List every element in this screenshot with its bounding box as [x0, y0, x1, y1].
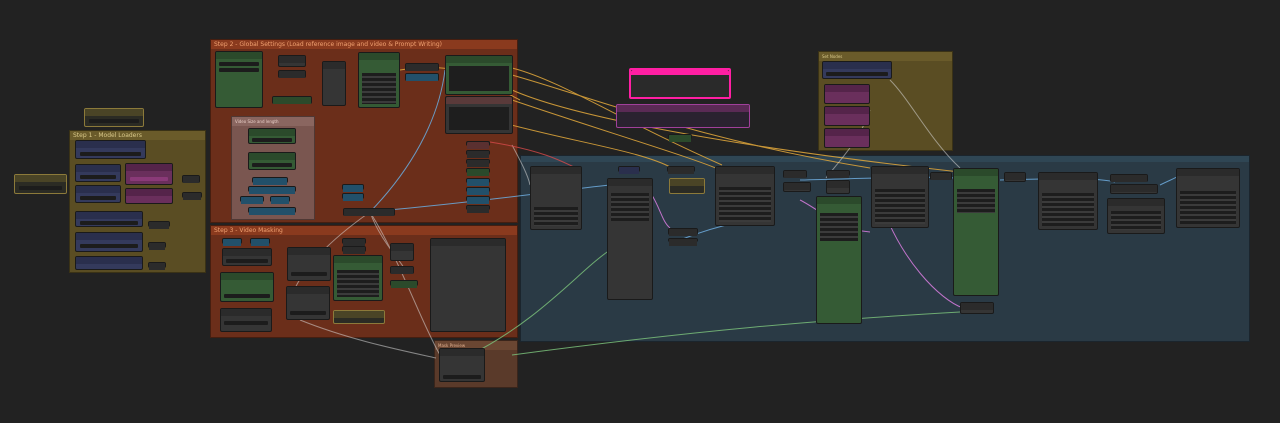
sampler-node[interactable]	[1038, 172, 1098, 230]
reroute-node[interactable]	[390, 280, 418, 288]
set-node[interactable]	[822, 61, 892, 79]
preview-node[interactable]	[322, 61, 346, 106]
reroute-node[interactable]	[1004, 172, 1026, 182]
model-loader-node[interactable]	[75, 211, 143, 227]
value-node[interactable]	[669, 178, 705, 194]
reroute-node[interactable]	[148, 221, 170, 229]
set-node[interactable]	[466, 196, 490, 204]
set-node[interactable]	[824, 106, 870, 126]
sampler-node[interactable]	[1107, 198, 1165, 234]
set-node[interactable]	[466, 150, 490, 158]
set-node[interactable]	[466, 141, 490, 149]
reroute-node[interactable]	[783, 170, 807, 178]
reroute-node[interactable]	[390, 243, 414, 261]
value-node[interactable]	[270, 196, 290, 204]
model-loader-node[interactable]	[75, 232, 143, 252]
lora-node[interactable]	[125, 188, 173, 204]
model-loader-node[interactable]	[75, 185, 121, 203]
value-node[interactable]	[248, 207, 296, 215]
value-node[interactable]	[240, 196, 264, 204]
set-node[interactable]	[466, 178, 490, 186]
mask-node[interactable]	[333, 310, 385, 324]
resize-node[interactable]	[278, 70, 306, 78]
set-node[interactable]	[824, 84, 870, 104]
sampler-node[interactable]	[530, 166, 582, 230]
loader-node[interactable]	[84, 108, 144, 127]
value-node[interactable]	[252, 177, 288, 185]
lora-node[interactable]	[125, 163, 173, 185]
loader-node[interactable]	[14, 174, 67, 194]
reroute-node[interactable]	[343, 208, 395, 216]
reroute-node[interactable]	[783, 182, 811, 192]
reroute-node[interactable]	[668, 134, 692, 142]
reroute-node[interactable]	[342, 246, 366, 254]
mask-node[interactable]	[220, 308, 272, 332]
decode-node[interactable]	[816, 196, 862, 324]
model-loader-node[interactable]	[75, 256, 143, 270]
reroute-node[interactable]	[668, 228, 698, 236]
model-loader-node[interactable]	[75, 164, 121, 182]
reroute-node[interactable]	[667, 166, 695, 174]
reroute-node[interactable]	[182, 175, 200, 183]
text-node[interactable]	[405, 63, 439, 71]
sampler-node[interactable]	[715, 166, 775, 226]
reroute-node[interactable]	[342, 238, 366, 246]
height-node[interactable]	[248, 152, 296, 170]
text-encode-node[interactable]	[445, 55, 513, 95]
value-node[interactable]	[342, 184, 364, 192]
reroute-node[interactable]	[148, 242, 166, 250]
video-combine-node[interactable]	[953, 168, 999, 296]
embeds-node[interactable]	[607, 178, 653, 300]
set-node[interactable]	[466, 168, 490, 176]
set-node[interactable]	[824, 128, 870, 148]
reroute-node[interactable]	[960, 302, 994, 314]
get-node[interactable]	[618, 166, 640, 174]
note-node[interactable]	[616, 104, 750, 128]
reroute-node[interactable]	[182, 192, 202, 200]
get-node[interactable]	[222, 238, 242, 246]
text-encode-node[interactable]	[445, 96, 513, 134]
set-node[interactable]	[466, 187, 490, 195]
segment-node[interactable]	[333, 255, 383, 301]
points-editor-node[interactable]	[220, 272, 274, 302]
resize-node[interactable]	[278, 55, 306, 67]
reroute-node[interactable]	[390, 266, 414, 274]
reroute-node[interactable]	[1110, 174, 1148, 182]
prompt-node[interactable]	[358, 52, 400, 108]
preview-node[interactable]	[430, 238, 506, 332]
reroute-node[interactable]	[148, 262, 166, 270]
value-node[interactable]	[248, 186, 296, 194]
set-node[interactable]	[466, 159, 490, 167]
sampler-node[interactable]	[871, 166, 929, 228]
load-image-node[interactable]	[215, 51, 263, 108]
reroute-node[interactable]	[1110, 184, 1158, 194]
sam-node[interactable]	[287, 247, 331, 281]
get-node[interactable]	[250, 238, 270, 246]
text-node[interactable]	[405, 73, 439, 81]
sam-node[interactable]	[286, 286, 330, 320]
reroute-node[interactable]	[930, 172, 952, 180]
reroute-node[interactable]	[668, 238, 698, 246]
mask-preview-node[interactable]	[439, 348, 485, 382]
reroute-node[interactable]	[826, 170, 850, 178]
width-node[interactable]	[248, 128, 296, 144]
mask-node[interactable]	[222, 248, 272, 266]
model-loader-node[interactable]	[75, 140, 146, 159]
note-node-highlighted[interactable]	[629, 68, 731, 99]
value-node[interactable]	[342, 193, 364, 201]
reroute-node[interactable]	[826, 180, 850, 194]
image-node[interactable]	[272, 96, 312, 104]
set-node[interactable]	[466, 205, 490, 213]
output-node[interactable]	[1176, 168, 1240, 228]
